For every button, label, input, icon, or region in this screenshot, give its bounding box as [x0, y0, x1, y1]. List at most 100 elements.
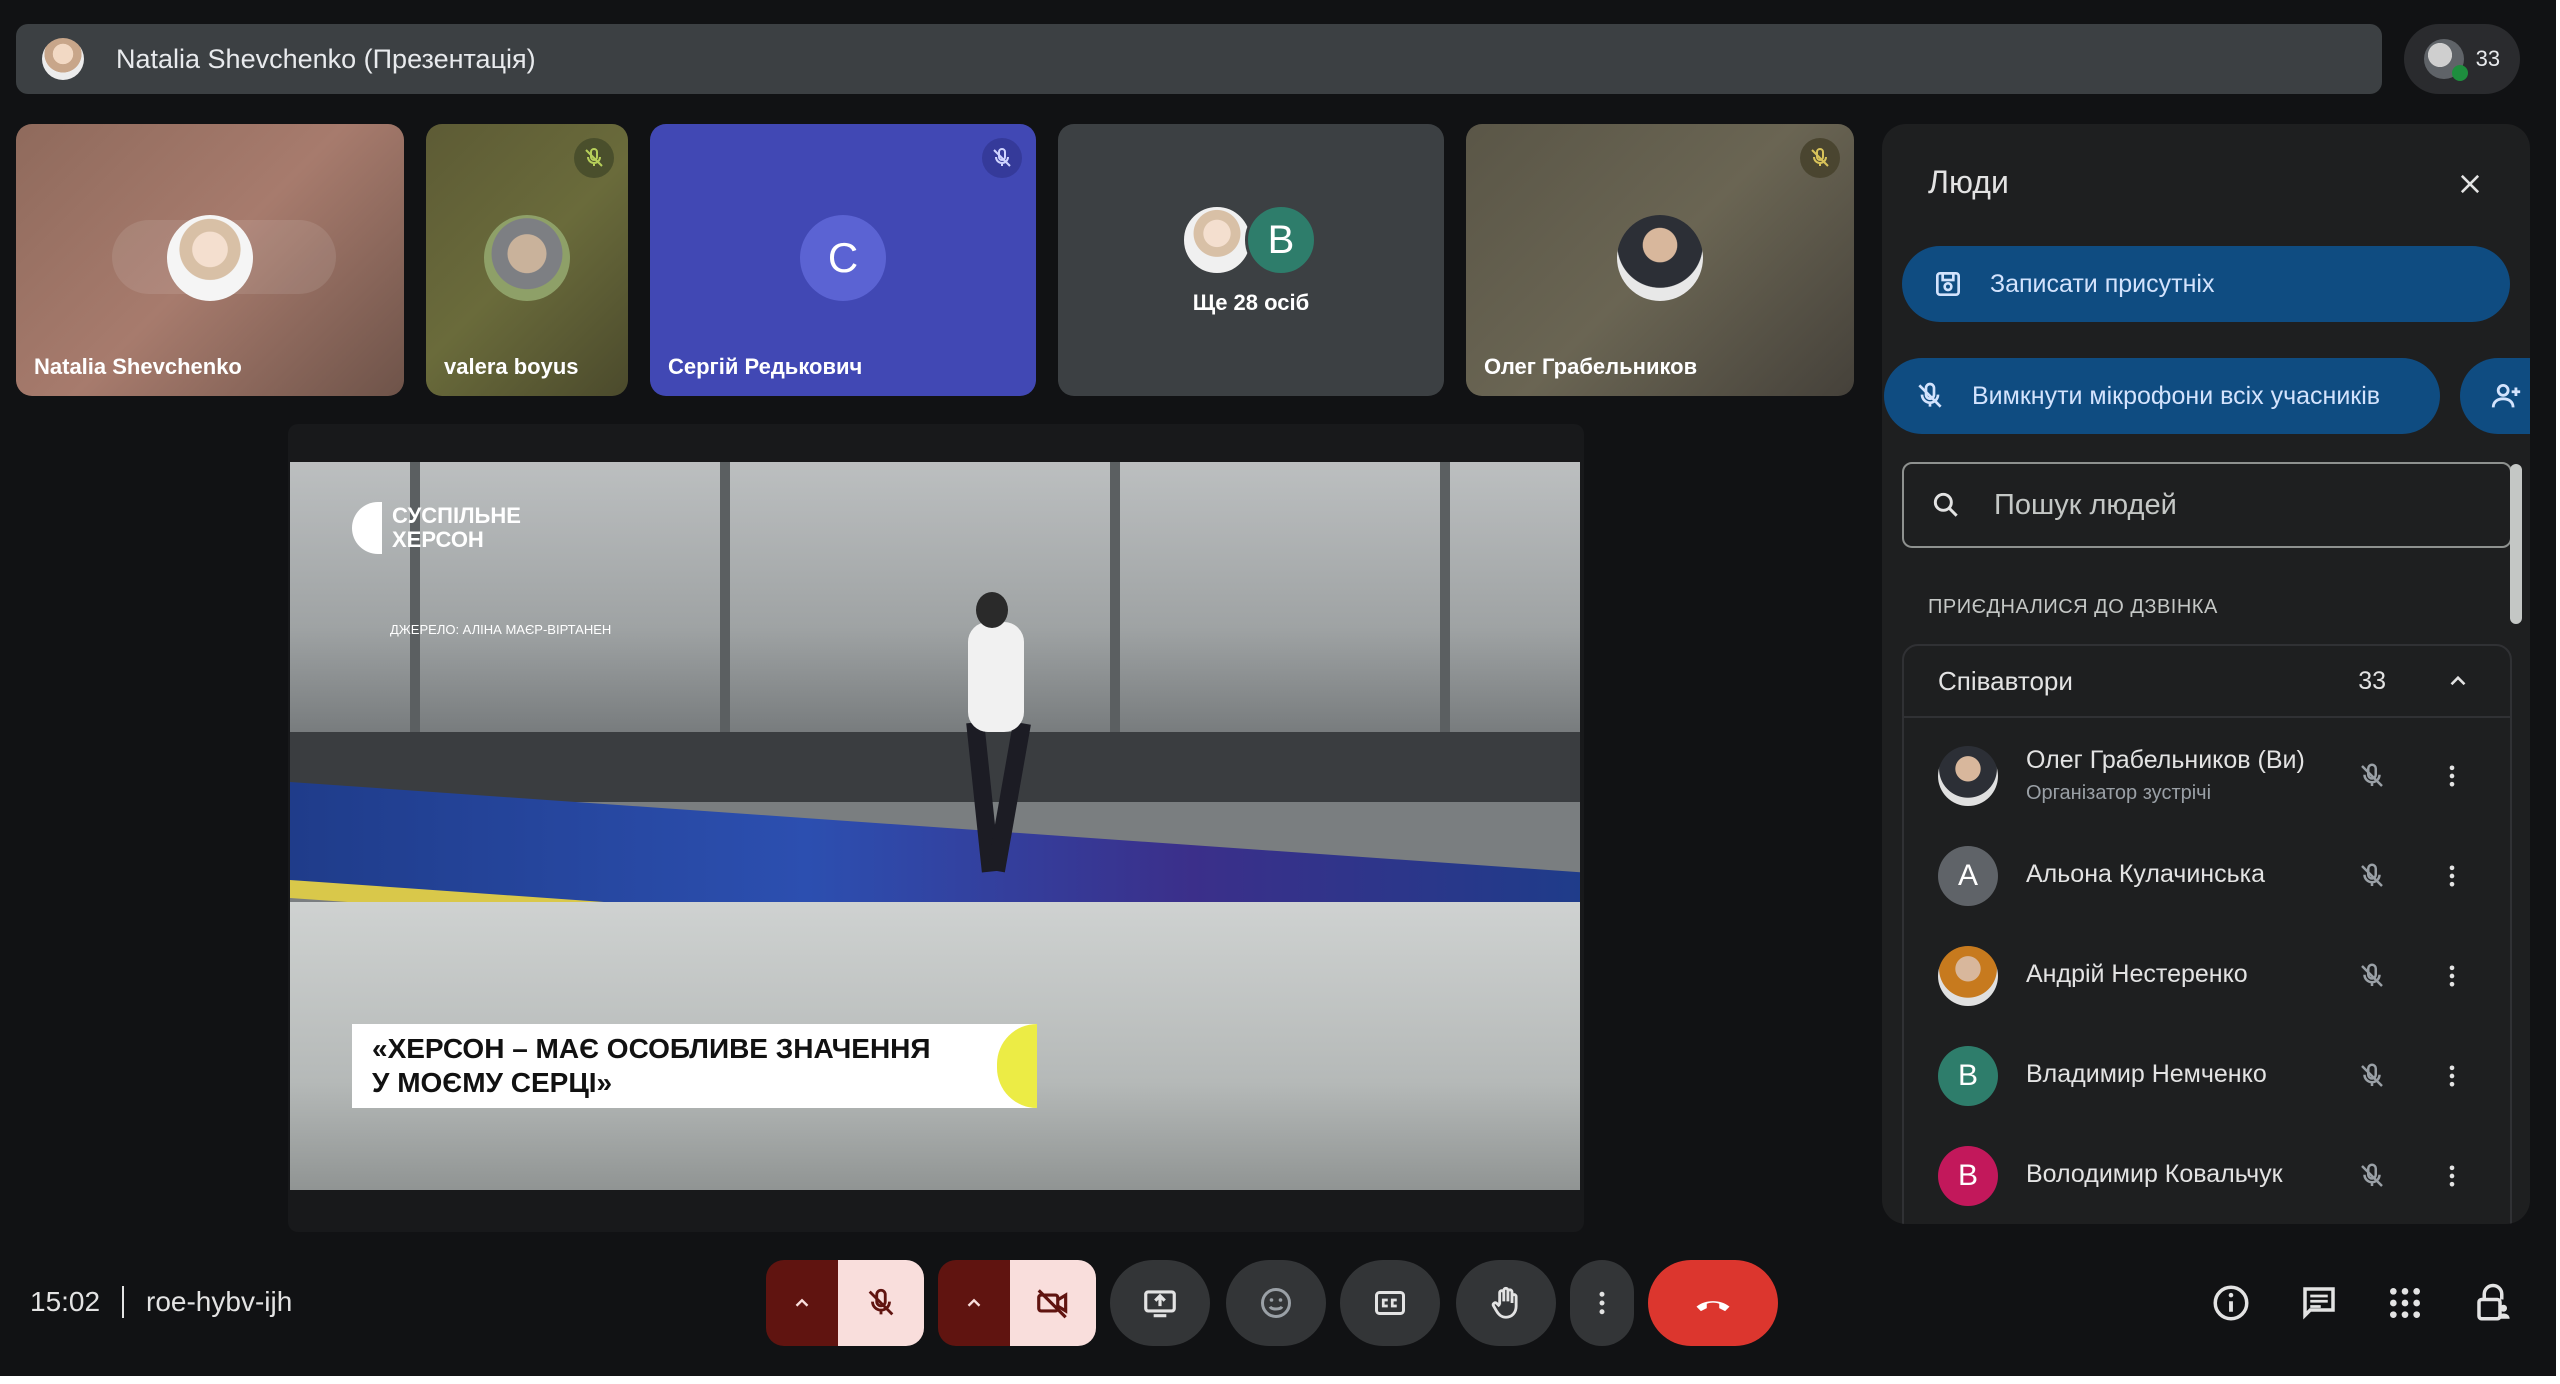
- group-count: 33: [2358, 666, 2386, 695]
- clock: 15:02: [30, 1286, 101, 1317]
- camera-toggle-button[interactable]: [1010, 1260, 1096, 1346]
- more-options-button[interactable]: [1570, 1260, 1634, 1346]
- save-icon: [1928, 264, 1968, 304]
- presentation-video: СУСПІЛЬНЕ ХЕРСОН ДЖЕРЕЛО: АЛІНА МАЄР-ВІР…: [290, 462, 1580, 1190]
- participant-name: Владимир Немченко: [2026, 1060, 2267, 1088]
- meet-window: Natalia Shevchenko (Презентація) 33 Nata…: [0, 0, 2556, 1376]
- participant-name: Андрій Нестеренко: [2026, 960, 2248, 988]
- record-attendance-label: Записати присутніх: [1990, 269, 2215, 298]
- mute-all-button[interactable]: Вимкнути мікрофони всіх учасників: [1884, 358, 2440, 434]
- microphone-toggle-button[interactable]: [838, 1260, 924, 1346]
- info-icon: [2213, 1285, 2249, 1321]
- lock-person-icon: [2477, 1283, 2510, 1321]
- audio-options-button[interactable]: [766, 1260, 838, 1346]
- video-detail: [1440, 462, 1450, 762]
- caption-accent: [997, 1024, 1037, 1108]
- more-vert-icon[interactable]: [2432, 756, 2472, 796]
- participants-count-button[interactable]: 33: [2404, 24, 2520, 94]
- participant-row[interactable]: А Альона Кулачинська: [1904, 826, 2510, 926]
- mic-off-icon: [1800, 138, 1840, 178]
- more-vert-icon[interactable]: [2432, 956, 2472, 996]
- logo-mark: [352, 502, 382, 554]
- mic-off-icon: [982, 138, 1022, 178]
- mic-off-icon[interactable]: [2352, 1056, 2392, 1096]
- panel-title: Люди: [1928, 164, 2009, 200]
- more-vert-icon[interactable]: [2432, 1056, 2472, 1096]
- captions-button[interactable]: [1340, 1260, 1440, 1346]
- chat-icon: [2303, 1287, 2335, 1320]
- caption-line: «ХЕРСОН – МАЄ ОСОБЛИВЕ ЗНАЧЕННЯ: [372, 1033, 931, 1064]
- more-vert-icon[interactable]: [2432, 856, 2472, 896]
- participant-row[interactable]: Андрій Нестеренко: [1904, 926, 2510, 1026]
- video-source-label: ДЖЕРЕЛО: АЛІНА МАЄР-ВІРТАНЕН: [390, 622, 612, 637]
- mute-all-label: Вимкнути мікрофони всіх учасників: [1972, 381, 2381, 410]
- participant-name: Володимир Ковальчук: [2026, 1160, 2283, 1188]
- mic-off-icon[interactable]: [2352, 856, 2392, 896]
- mic-off-icon[interactable]: [2352, 956, 2392, 996]
- present-screen-icon: [1144, 1290, 1176, 1318]
- raise-hand-icon: [1491, 1286, 1518, 1319]
- search-people-field[interactable]: [1902, 462, 2512, 548]
- video-caption: «ХЕРСОН – МАЄ ОСОБЛИВЕ ЗНАЧЕННЯ У МОЄМУ …: [352, 1024, 1037, 1108]
- reactions-button[interactable]: [1226, 1260, 1326, 1346]
- participant-tile[interactable]: Natalia Shevchenko: [16, 124, 404, 396]
- record-attendance-button[interactable]: Записати присутніх: [1902, 246, 2510, 322]
- add-person-icon: [2486, 376, 2526, 416]
- presentation-title: Natalia Shevchenko (Презентація): [116, 43, 536, 74]
- mic-off-icon: [868, 1288, 894, 1316]
- avatar: [1181, 204, 1253, 276]
- participant-row[interactable]: В Владимир Немченко: [1904, 1026, 2510, 1126]
- more-participants-tile[interactable]: В Ще 28 осіб: [1058, 124, 1444, 396]
- leave-call-button[interactable]: [1648, 1260, 1778, 1346]
- host-controls-button[interactable]: [2468, 1278, 2518, 1328]
- chevron-up-icon[interactable]: [2440, 663, 2476, 699]
- raise-hand-button[interactable]: [1456, 1260, 1556, 1346]
- meeting-details-button[interactable]: [2206, 1278, 2256, 1328]
- contributors-group: Співавтори 33 Олег Грабельников (Ви) Орга…: [1902, 644, 2512, 1224]
- search-people-input[interactable]: [1994, 488, 2464, 522]
- group-header[interactable]: Співавтори 33: [1904, 646, 2510, 718]
- participants-count: 33: [2475, 46, 2501, 71]
- group-name: Співавтори: [1938, 665, 2073, 696]
- avatar: С: [800, 215, 886, 301]
- more-vert-icon[interactable]: [2432, 1156, 2472, 1196]
- skater-figure: [950, 592, 1040, 892]
- video-detail: [1110, 462, 1120, 762]
- participant-tile[interactable]: С Сергій Редькович: [650, 124, 1036, 396]
- participant-name: Сергій Редькович: [668, 354, 863, 379]
- emoji-icon: [1261, 1288, 1291, 1318]
- participant-row[interactable]: Олег Грабельников (Ви) Організатор зустрі…: [1904, 726, 2510, 826]
- add-people-button[interactable]: [2460, 358, 2530, 434]
- mic-off-icon[interactable]: [2352, 756, 2392, 796]
- presentation-banner[interactable]: Natalia Shevchenko (Презентація): [16, 24, 2382, 94]
- present-screen-button[interactable]: [1110, 1260, 1210, 1346]
- participant-name: valera boyus: [444, 354, 579, 379]
- avatar: А: [1938, 846, 1998, 906]
- presenter-avatar: [42, 38, 84, 80]
- chat-button[interactable]: [2294, 1278, 2344, 1328]
- video-detail: [987, 721, 1031, 873]
- chevron-up-icon: [795, 1298, 809, 1307]
- section-label: ПРИЄДНАЛИСЯ ДО ДЗВІНКА: [1928, 596, 2218, 618]
- apps-grid-icon: [2390, 1288, 2420, 1318]
- participant-tile[interactable]: valera boyus: [426, 124, 628, 396]
- video-options-button[interactable]: [938, 1260, 1010, 1346]
- avatar: [1938, 746, 1998, 806]
- caption-line: У МОЄМУ СЕРЦІ»: [372, 1067, 613, 1098]
- mic-off-icon: [1910, 376, 1950, 416]
- closed-captions-icon: [1375, 1291, 1405, 1315]
- activities-button[interactable]: [2380, 1278, 2430, 1328]
- participant-tile[interactable]: Олег Грабельников: [1466, 124, 1854, 396]
- participant-row[interactable]: В Володимир Ковальчук: [1904, 1126, 2510, 1224]
- close-icon[interactable]: [2446, 160, 2494, 208]
- mic-off-icon: [574, 138, 614, 178]
- avatar: [1938, 946, 1998, 1006]
- participant-name: Олег Грабельников (Ви): [2026, 746, 2305, 774]
- video-detail: [290, 732, 1580, 802]
- mic-off-icon[interactable]: [2352, 1156, 2392, 1196]
- panel-scrollbar[interactable]: [2510, 464, 2522, 624]
- avatar: [167, 215, 253, 301]
- avatar: [484, 215, 570, 301]
- caption-text: «ХЕРСОН – МАЄ ОСОБЛИВЕ ЗНАЧЕННЯ У МОЄМУ …: [372, 1032, 931, 1100]
- camera-off-icon: [1037, 1289, 1068, 1319]
